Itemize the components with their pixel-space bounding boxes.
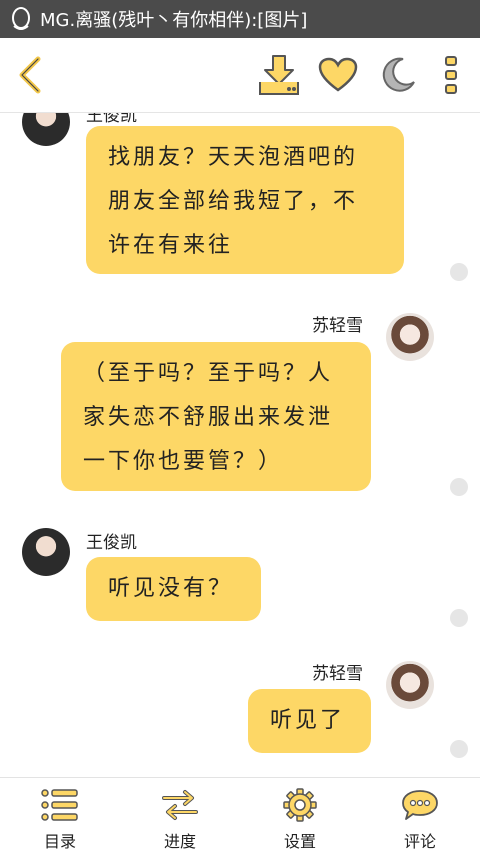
heart-icon <box>318 57 358 92</box>
back-chevron-icon <box>19 56 41 94</box>
message-bubble[interactable]: 听见了 <box>248 689 371 753</box>
nav-item-catalog[interactable]: 目录 <box>0 778 120 855</box>
list-icon <box>41 789 78 821</box>
message-bubble[interactable]: （至于吗？至于吗？人家失恋不舒服出来发泄一下你也要管？） <box>61 342 371 491</box>
sender-name: 苏轻雪 <box>312 664 363 684</box>
status-dot <box>450 609 468 627</box>
download-button[interactable] <box>256 52 302 98</box>
notification-title: MG.离骚(残叶丶有你相伴):[图片] <box>40 10 308 31</box>
avatar[interactable] <box>386 313 434 361</box>
nav-item-comments[interactable]: 评论 <box>360 778 480 855</box>
status-dot <box>450 478 468 496</box>
avatar[interactable] <box>22 528 70 576</box>
swap-arrows-icon <box>162 790 198 820</box>
qq-penguin-icon <box>12 7 30 30</box>
sender-name: 王俊凯 <box>86 533 137 553</box>
comment-icon <box>402 790 438 820</box>
back-button[interactable] <box>6 52 52 98</box>
nav-label: 目录 <box>43 832 76 851</box>
status-dot <box>450 263 468 281</box>
bottom-nav: 目录 进度 设置 评论 <box>0 777 480 855</box>
avatar[interactable] <box>22 113 70 146</box>
avatar[interactable] <box>386 661 434 709</box>
gear-icon <box>283 788 317 822</box>
night-mode-button[interactable] <box>375 52 421 98</box>
sender-name: 王俊凯 <box>86 113 137 126</box>
more-menu-button[interactable] <box>428 52 474 98</box>
status-bar: MG.离骚(残叶丶有你相伴):[图片] <box>0 0 480 38</box>
reader-toolbar <box>0 38 480 113</box>
nav-label: 设置 <box>283 832 316 851</box>
nav-label: 评论 <box>403 832 436 851</box>
nav-item-progress[interactable]: 进度 <box>120 778 240 855</box>
sender-name: 苏轻雪 <box>312 316 363 336</box>
moon-icon <box>382 57 415 92</box>
message-bubble[interactable]: 听见没有？ <box>86 557 261 621</box>
nav-item-settings[interactable]: 设置 <box>240 778 360 855</box>
message-bubble[interactable]: 找朋友？天天泡酒吧的朋友全部给我短了，不许在有来往 <box>86 126 404 274</box>
more-vertical-icon <box>445 56 457 94</box>
chat-area[interactable]: 王俊凯 找朋友？天天泡酒吧的朋友全部给我短了，不许在有来往 苏轻雪 （至于吗？至… <box>0 113 480 777</box>
download-icon <box>259 55 299 95</box>
favorite-button[interactable] <box>315 52 361 98</box>
nav-label: 进度 <box>163 832 196 851</box>
status-dot <box>450 740 468 758</box>
